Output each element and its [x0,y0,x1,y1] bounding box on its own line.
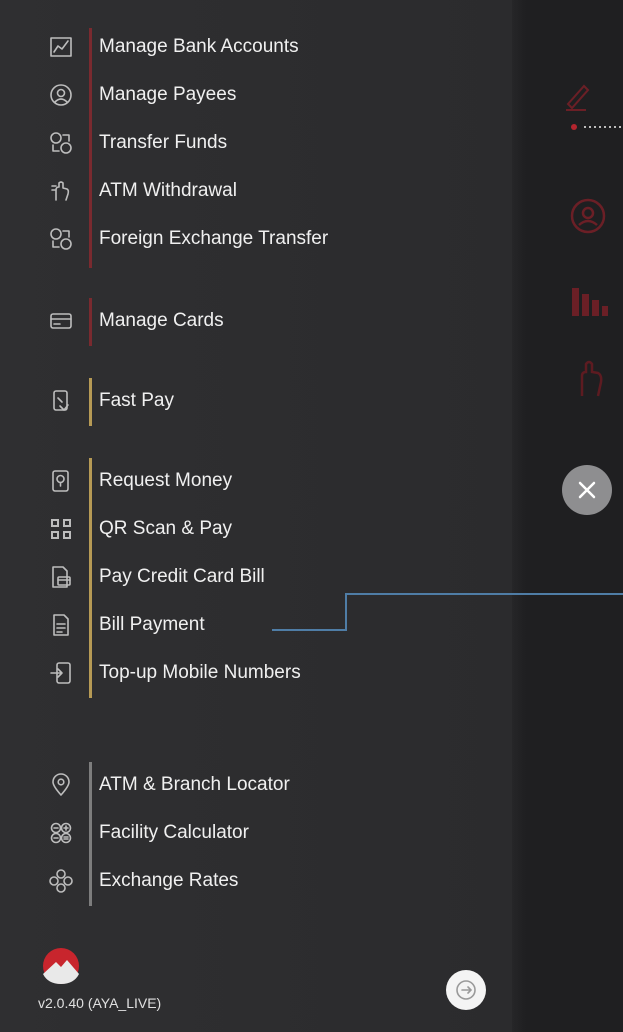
menu-item-label: QR Scan & Pay [99,518,233,539]
credit-bill-icon [48,564,74,590]
pencil-icon [560,78,594,112]
request-money-icon [48,468,74,494]
bill-icon [48,612,74,638]
hand-icon [574,358,608,398]
menu-item-foreign-exchange-transfer[interactable]: Foreign Exchange Transfer [0,216,480,264]
menu-item-exchange-rates[interactable]: Exchange Rates [0,858,480,906]
menu-item-request-money[interactable]: Request Money [0,458,480,506]
progress-dots [570,122,623,132]
bank-logo [38,946,84,986]
menu-item-label: Bill Payment [99,614,205,635]
calculator-icon [48,820,74,846]
location-pin-icon [48,772,74,798]
menu-item-atm-branch-locator[interactable]: ATM & Branch Locator [0,762,480,810]
menu-item-label: ATM & Branch Locator [99,774,290,795]
close-icon [575,478,599,502]
menu-item-manage-bank-accounts[interactable]: Manage Bank Accounts [0,24,480,72]
dimmed-background[interactable] [512,0,623,1032]
menu-item-label: Manage Bank Accounts [99,36,299,57]
menu-item-top-up-mobile-numbers[interactable]: Top-up Mobile Numbers [0,650,480,698]
menu-item-label: Request Money [99,470,233,491]
topup-icon [48,660,74,686]
profile-icon [568,196,608,236]
atm-hand-icon [48,178,74,204]
menu-item-label: Exchange Rates [99,870,239,891]
navigation-drawer: Manage Bank Accounts Manage Payees Trans… [0,0,512,1032]
fx-transfer-icon [48,226,74,252]
menu-item-manage-cards[interactable]: Manage Cards [0,298,480,346]
logout-icon [454,978,478,1002]
menu-item-label: Pay Credit Card Bill [99,566,265,587]
menu-item-label: Manage Cards [99,310,224,331]
menu-item-manage-payees[interactable]: Manage Payees [0,72,480,120]
menu-item-label: Transfer Funds [99,132,228,153]
drawer-shadow [512,0,526,1032]
menu-item-transfer-funds[interactable]: Transfer Funds [0,120,480,168]
menu-item-label: Fast Pay [99,390,174,411]
menu-item-label: ATM Withdrawal [99,180,237,201]
fast-pay-icon [48,388,74,414]
menu-item-atm-withdrawal[interactable]: ATM Withdrawal [0,168,480,216]
close-menu-button[interactable] [562,465,612,515]
menu-item-label: Foreign Exchange Transfer [99,228,329,249]
menu-item-label: Top-up Mobile Numbers [99,662,301,683]
logout-button[interactable] [446,970,486,1010]
menu-item-qr-scan-pay[interactable]: QR Scan & Pay [0,506,480,554]
menu-item-label: Manage Payees [99,84,237,105]
chart-icon [570,284,610,318]
app-version: v2.0.40 (AYA_LIVE) [38,995,162,1011]
bank-chart-icon [48,34,74,60]
menu-item-label: Facility Calculator [99,822,249,843]
exchange-icon [48,868,74,894]
menu-item-facility-calculator[interactable]: Facility Calculator [0,810,480,858]
annotation-callout-line [272,592,623,632]
menu-item-fast-pay[interactable]: Fast Pay [0,378,480,426]
qr-icon [48,516,74,542]
card-icon [48,308,74,334]
payee-icon [48,82,74,108]
transfer-icon [48,130,74,156]
